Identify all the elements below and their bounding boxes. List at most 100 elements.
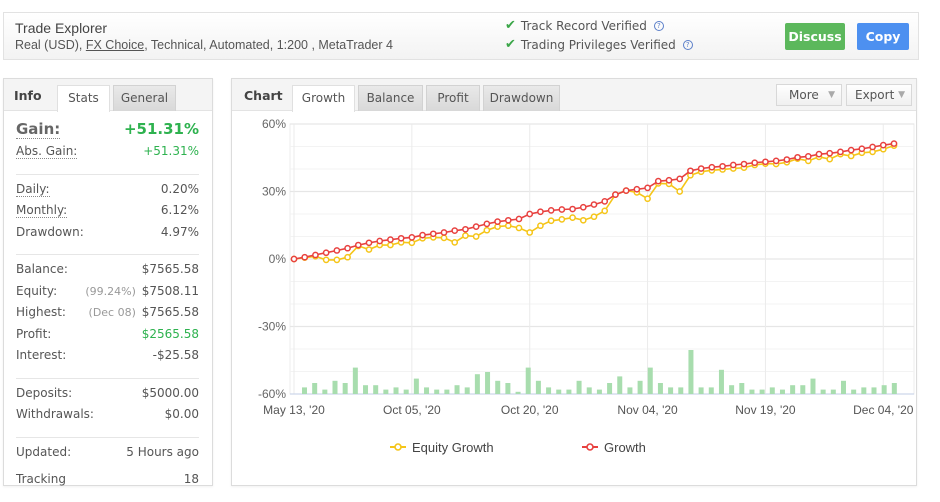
growth-point	[419, 231, 426, 239]
stat-label[interactable]: Daily:	[16, 182, 50, 197]
divider	[16, 377, 199, 379]
stat-value: $7565.58	[141, 305, 199, 319]
stat-label[interactable]: Abs. Gain:	[16, 144, 78, 159]
highest-date: (Dec 08)	[88, 306, 136, 319]
chevron-down-icon: ▼	[828, 90, 835, 100]
growth-point	[612, 191, 619, 199]
stat-daily: Daily: 0.20%	[16, 182, 199, 204]
profit-bar	[708, 387, 714, 394]
growth-point	[644, 184, 651, 192]
stat-deposits: Deposits: $5000.00	[16, 386, 199, 408]
info-panel-header: Info Stats General	[4, 79, 212, 112]
profit-bar	[322, 389, 328, 394]
x-tick-label: Nov 04, '20	[617, 403, 678, 417]
growth-point	[429, 230, 437, 238]
growth-point	[622, 187, 630, 194]
x-tick-label: Oct 20, '20	[501, 403, 559, 417]
equity-point	[344, 253, 351, 261]
equity-point	[322, 256, 330, 264]
profit-bar	[607, 383, 613, 394]
help-icon[interactable]: ?	[653, 20, 664, 31]
equity-point	[847, 152, 855, 160]
stat-label: Tracking	[16, 471, 66, 486]
profit-bar	[891, 383, 897, 394]
copy-button[interactable]: Copy	[857, 23, 909, 50]
stat-abs-gain: Abs. Gain: +51.31%	[16, 144, 199, 166]
growth-point	[826, 149, 834, 157]
growth-point	[590, 201, 598, 208]
track-record-verified: ✔ Track Record Verified ?	[505, 18, 664, 33]
stat-label: Balance:	[16, 262, 68, 276]
profit-bar	[474, 374, 480, 394]
stat-label[interactable]: Gain:	[16, 120, 61, 139]
more-dropdown[interactable]: More ▼	[776, 84, 842, 106]
growth-point	[462, 225, 469, 233]
growth-point	[537, 208, 544, 216]
profit-bar	[668, 387, 674, 394]
equity-point	[387, 241, 394, 249]
equity-point	[547, 217, 555, 225]
profit-bar	[729, 385, 735, 394]
growth-point	[558, 206, 566, 213]
profit-bar	[596, 389, 602, 394]
legend-equity-marker	[394, 443, 402, 451]
verified-label: Trading Privileges Verified	[520, 37, 676, 52]
legend-item-equity[interactable]: Equity Growth	[390, 440, 494, 455]
profit-bar	[434, 389, 440, 394]
growth-point	[440, 229, 448, 236]
broker-link[interactable]: FX Choice	[86, 38, 144, 52]
growth-point	[697, 165, 705, 172]
legend-item-growth[interactable]: Growth	[582, 440, 646, 455]
profit-bar	[454, 385, 460, 394]
equity-point	[365, 246, 373, 253]
profit-bar	[698, 387, 704, 394]
legend-equity-label: Equity Growth	[412, 440, 494, 455]
stat-value: $0.00	[164, 407, 199, 421]
legend-growth-label: Growth	[604, 440, 646, 455]
tab-balance[interactable]: Balance	[358, 85, 423, 111]
profit-bar	[515, 391, 521, 394]
stat-updated: Updated: 5 Hours ago	[16, 445, 199, 472]
tab-general[interactable]: General	[113, 85, 176, 111]
check-icon: ✔	[505, 37, 516, 52]
check-icon: ✔	[505, 18, 516, 33]
equity-point	[408, 239, 416, 247]
profit-bar	[383, 389, 389, 394]
equity-point	[644, 195, 651, 203]
growth-point	[376, 237, 384, 245]
stat-label: Withdrawals:	[16, 407, 94, 421]
stat-interest: Interest: -$25.58	[16, 348, 199, 370]
profit-bar	[505, 383, 511, 394]
growth-point	[601, 198, 609, 205]
profit-bar	[790, 385, 796, 394]
discuss-button[interactable]: Discuss	[785, 23, 845, 50]
equity-point	[483, 226, 491, 234]
stat-label[interactable]: Monthly:	[16, 203, 68, 218]
info-panel: Info Stats General Gain: +51.31% Abs. Ga…	[3, 78, 213, 486]
account-type: Real (USD),	[15, 38, 86, 52]
stat-drawdown: Drawdown: 4.97%	[16, 225, 199, 247]
profit-bar	[871, 387, 877, 394]
growth-point	[472, 223, 480, 230]
growth-point	[354, 241, 362, 249]
profit-bar	[586, 387, 592, 394]
profit-bar	[739, 383, 745, 394]
tab-growth[interactable]: Growth	[292, 85, 355, 112]
help-icon[interactable]: ?	[682, 39, 693, 50]
growth-point	[676, 175, 684, 183]
tab-stats[interactable]: Stats	[57, 85, 110, 112]
tab-profit[interactable]: Profit	[426, 85, 480, 111]
growth-point	[665, 176, 673, 184]
stat-value: 6.12%	[160, 203, 199, 217]
equity-point	[676, 188, 684, 195]
tab-drawdown[interactable]: Drawdown	[483, 85, 560, 111]
export-label: Export	[855, 88, 895, 102]
profit-bar	[820, 389, 826, 394]
y-tick-label: -30%	[258, 320, 286, 334]
growth-point	[387, 236, 394, 243]
export-dropdown[interactable]: Export ▼	[846, 84, 912, 106]
stat-label: Drawdown:	[16, 224, 84, 239]
growth-point	[687, 167, 694, 175]
growth-point	[815, 150, 823, 158]
stat-balance: Balance: $7565.58	[16, 262, 199, 284]
